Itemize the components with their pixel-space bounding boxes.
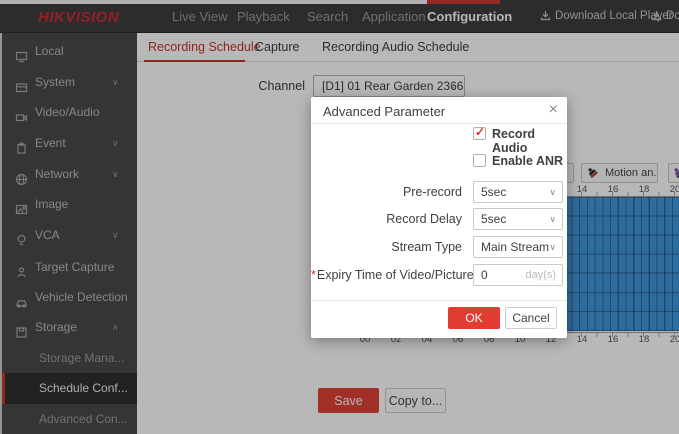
ok-button[interactable]: OK	[448, 307, 500, 329]
check-icon: ✓	[475, 125, 485, 139]
record-audio-checkbox[interactable]: ✓	[473, 127, 486, 140]
enable-anr-label: Enable ANR	[492, 154, 563, 168]
record-delay-select[interactable]: 5sec∨	[473, 208, 563, 230]
footer-divider	[311, 300, 567, 301]
expiry-time-row: *Expiry Time of Video/Picture 0 day(s)	[311, 264, 567, 286]
expiry-time-input[interactable]: 0 day(s)	[473, 264, 563, 286]
record-audio-label: Record Audio	[492, 127, 567, 155]
record-delay-label: Record Delay	[311, 212, 462, 226]
advanced-parameter-dialog: Advanced Parameter × ✓ Record Audio Enab…	[311, 97, 567, 338]
pre-record-select[interactable]: 5sec∨	[473, 181, 563, 203]
stream-type-select[interactable]: Main Stream∨	[473, 236, 563, 258]
pre-record-label: Pre-record	[311, 185, 462, 199]
enable-anr-row: Enable ANR	[311, 154, 567, 169]
expiry-time-label: *Expiry Time of Video/Picture	[311, 268, 462, 282]
app-window: HIKVISION Live View Playback Search Appl…	[0, 0, 679, 434]
enable-anr-checkbox[interactable]	[473, 154, 486, 167]
required-asterisk: *	[311, 268, 316, 282]
chevron-down-icon: ∨	[549, 182, 556, 202]
chevron-down-icon: ∨	[549, 237, 556, 257]
stream-type-label: Stream Type	[311, 240, 462, 254]
dialog-header: Advanced Parameter ×	[311, 97, 567, 124]
stream-type-row: Stream Type Main Stream∨	[311, 236, 567, 258]
pre-record-row: Pre-record 5sec∨	[311, 181, 567, 203]
close-icon[interactable]: ×	[549, 100, 558, 120]
record-delay-row: Record Delay 5sec∨	[311, 208, 567, 230]
dialog-title: Advanced Parameter	[323, 104, 445, 119]
days-unit-label: day(s)	[525, 269, 556, 281]
cancel-button[interactable]: Cancel	[505, 307, 557, 329]
chevron-down-icon: ∨	[549, 209, 556, 229]
record-audio-row: ✓ Record Audio	[311, 127, 567, 142]
